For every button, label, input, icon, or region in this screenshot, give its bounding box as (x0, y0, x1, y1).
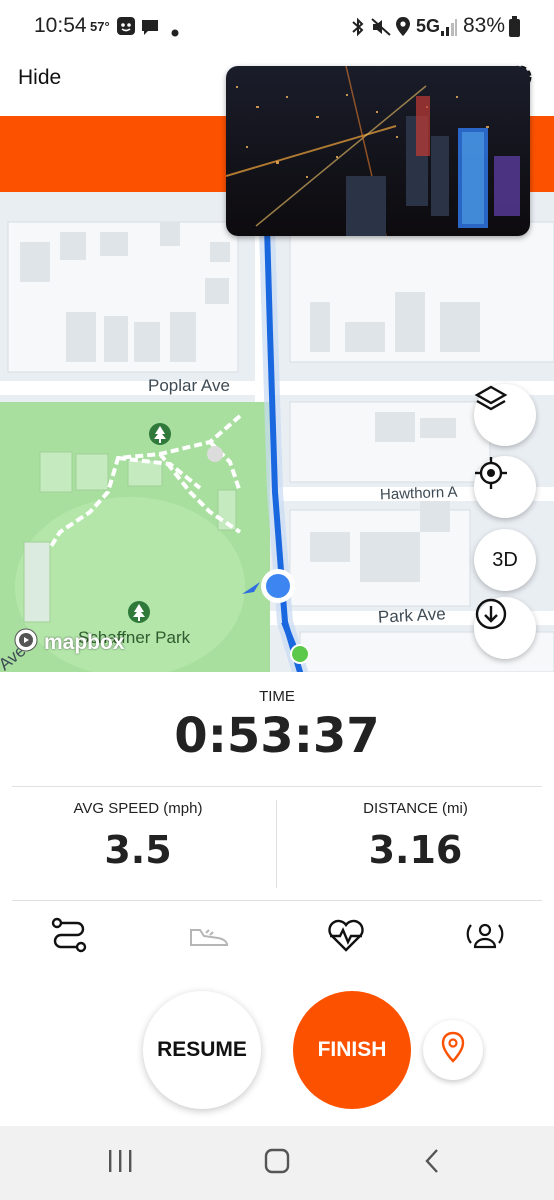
avg-speed-value: 3.5 (104, 828, 172, 872)
beacon-tab[interactable] (462, 914, 508, 960)
route-icon (49, 915, 89, 960)
tabs-divider (12, 900, 542, 901)
city-night-video-frame (226, 66, 530, 236)
recent-apps-icon (106, 1148, 134, 1179)
location-icon (395, 16, 411, 43)
home-icon (263, 1147, 291, 1180)
hide-button[interactable]: Hide (18, 66, 61, 90)
heart-rate-tab[interactable] (323, 914, 369, 960)
recent-apps-button[interactable] (90, 1140, 150, 1186)
toggle-3d-button[interactable]: 3D (474, 529, 536, 591)
finish-button[interactable]: FINISH (293, 991, 411, 1109)
chat-bubble-icon (140, 17, 160, 42)
street-label-park: Park Ave (377, 604, 447, 627)
distance-label: DISTANCE (mi) (363, 800, 468, 817)
distance-value: 3.16 (368, 828, 463, 872)
home-button[interactable] (247, 1140, 307, 1186)
resume-button[interactable]: RESUME (143, 991, 261, 1109)
map-layers-button[interactable] (474, 384, 536, 446)
mapbox-logo-icon (14, 628, 38, 658)
elapsed-time-value: 0:53:37 (174, 708, 380, 764)
app-notification-icon (116, 16, 136, 41)
status-bar: 10:54 57° 5G 83% (0, 0, 554, 56)
street-label-hawthorn: Hawthorn A (379, 483, 458, 504)
status-time: 10:54 (34, 14, 87, 37)
shoe-tab[interactable] (186, 914, 232, 960)
video-picture-in-picture[interactable] (226, 66, 530, 236)
back-button[interactable] (402, 1140, 462, 1186)
battery-icon (508, 16, 521, 43)
signal-icon (440, 17, 458, 42)
back-icon (422, 1147, 442, 1180)
status-temperature: 57° (90, 19, 110, 34)
recenter-button[interactable] (474, 456, 536, 518)
battery-percent: 83% (463, 14, 506, 37)
dot-icon (171, 24, 179, 42)
street-label-poplar: Poplar Ave (148, 376, 230, 395)
mapbox-text: mapbox (44, 631, 125, 654)
mapbox-attribution[interactable]: mapbox (14, 628, 125, 658)
route-map[interactable]: Poplar Ave Hawthorn A Park Ave Schaffner… (0, 192, 554, 672)
stats-divider-horizontal (12, 786, 542, 787)
route-tab[interactable] (46, 914, 92, 960)
download-map-button[interactable] (474, 597, 536, 659)
mute-icon (370, 17, 392, 42)
bluetooth-icon (350, 17, 366, 42)
location-pin-icon (441, 1031, 465, 1069)
location-pin-button[interactable] (423, 1020, 483, 1080)
heart-rate-icon (326, 917, 366, 958)
network-type: 5G (416, 16, 441, 36)
shoe-icon (188, 920, 230, 955)
time-label: TIME (259, 688, 295, 705)
avg-speed-label: AVG SPEED (mph) (73, 800, 203, 817)
beacon-icon (464, 917, 506, 958)
